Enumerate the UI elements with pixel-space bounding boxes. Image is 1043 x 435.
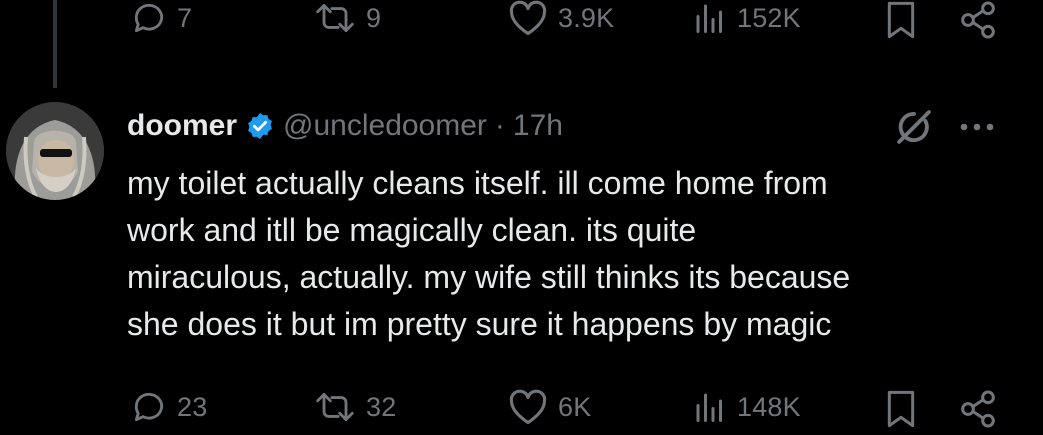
repost-icon bbox=[316, 4, 354, 32]
bookmark-icon bbox=[887, 390, 915, 428]
avatar-image bbox=[6, 102, 104, 200]
tweet-timestamp[interactable]: 17h bbox=[513, 109, 563, 143]
share-icon bbox=[961, 1, 995, 39]
verified-badge-icon bbox=[248, 112, 272, 140]
views-count: 152K bbox=[737, 2, 801, 33]
grok-button[interactable] bbox=[893, 106, 935, 148]
more-options-button[interactable] bbox=[955, 110, 999, 144]
views-icon bbox=[696, 393, 722, 422]
share-button[interactable] bbox=[958, 387, 998, 431]
more-icon bbox=[960, 123, 994, 131]
repost-icon bbox=[316, 393, 354, 421]
reply-icon bbox=[134, 392, 164, 422]
views-count: 148K bbox=[737, 391, 801, 422]
views-button[interactable]: 148K bbox=[692, 385, 801, 429]
reply-button[interactable]: 7 bbox=[130, 0, 192, 40]
reply-count: 23 bbox=[177, 391, 208, 422]
tweet-action-bar: 23 32 6K 148K bbox=[0, 385, 1043, 435]
repost-count: 32 bbox=[366, 391, 397, 422]
reply-button[interactable]: 23 bbox=[130, 385, 207, 429]
previous-tweet-action-bar: 7 9 3.9K 152K bbox=[0, 0, 1043, 50]
grok-icon bbox=[897, 110, 931, 144]
repost-count: 9 bbox=[366, 2, 382, 33]
bookmark-button[interactable] bbox=[884, 387, 918, 431]
header-separator: · bbox=[494, 109, 505, 142]
share-icon bbox=[961, 390, 995, 428]
repost-button[interactable]: 32 bbox=[313, 385, 396, 429]
author-display-name[interactable]: doomer bbox=[127, 109, 237, 143]
avatar[interactable] bbox=[6, 102, 104, 200]
like-count: 3.9K bbox=[558, 2, 615, 33]
reply-count: 7 bbox=[177, 2, 193, 33]
reply-icon bbox=[134, 3, 164, 33]
views-button[interactable]: 152K bbox=[692, 0, 801, 40]
like-icon bbox=[509, 0, 547, 36]
repost-button[interactable]: 9 bbox=[313, 0, 381, 40]
views-icon bbox=[696, 4, 722, 33]
bookmark-button[interactable] bbox=[884, 0, 918, 42]
like-button[interactable]: 3.9K bbox=[507, 0, 614, 40]
like-button[interactable]: 6K bbox=[507, 385, 591, 429]
like-icon bbox=[509, 389, 547, 425]
like-count: 6K bbox=[558, 391, 592, 422]
verified-badge[interactable] bbox=[245, 111, 275, 141]
share-button[interactable] bbox=[958, 0, 998, 42]
bookmark-icon bbox=[887, 1, 915, 39]
tweet-text: my toilet actually cleans itself. ill co… bbox=[127, 165, 851, 342]
author-handle[interactable]: @uncledoomer bbox=[283, 109, 487, 143]
tweet-header: doomer @uncledoomer · 17h bbox=[127, 103, 563, 149]
